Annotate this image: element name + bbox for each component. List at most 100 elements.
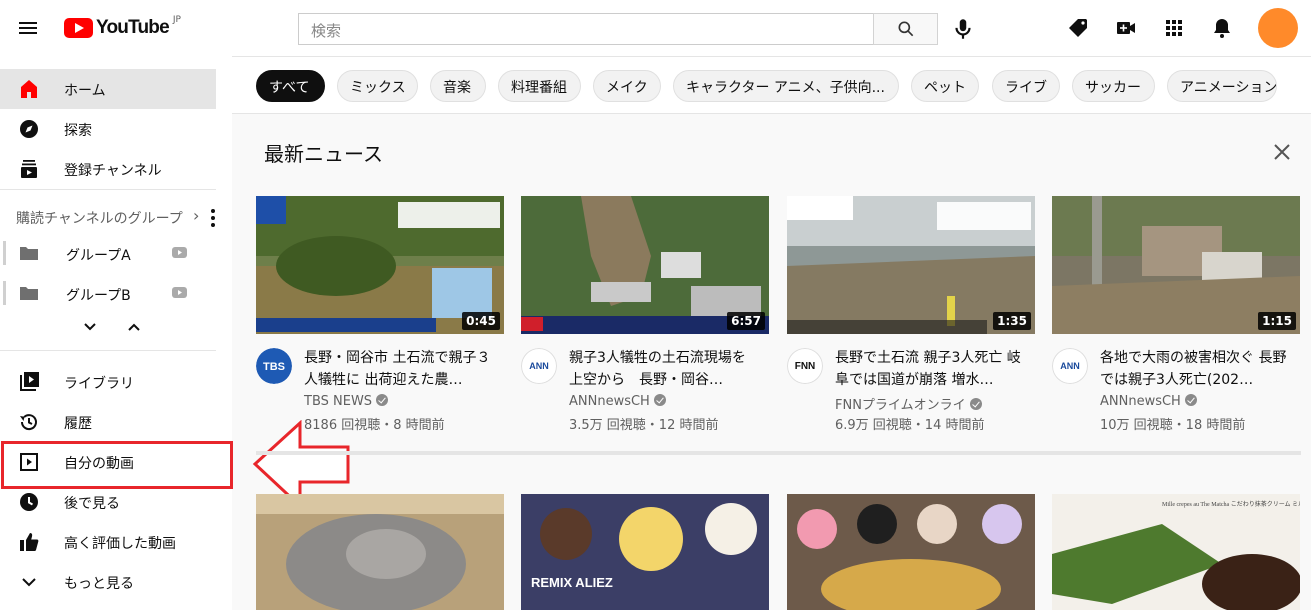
video-channel[interactable]: ANNnewsCH [569,394,666,409]
thumbs-up-icon [20,533,39,551]
video-channel[interactable]: TBS NEWS [304,394,389,409]
channel-avatar-image: ANN [1052,348,1088,384]
chevron-right-icon[interactable]: › [193,206,199,225]
channel-avatar-image: ANN [521,348,557,384]
sidebar-item-home[interactable]: ホーム [0,69,216,109]
sidebar-item-explore[interactable]: 探索 [0,109,216,149]
group-indicator [3,241,6,265]
video-channel[interactable]: ANNnewsCH [1100,394,1197,409]
compass-icon [20,120,38,138]
channel-avatar-image: TBS [256,348,292,384]
microphone-icon[interactable] [950,16,976,42]
video-thumbnail[interactable] [787,494,1035,610]
video-duration: 1:15 [1258,312,1296,330]
video-thumbnail[interactable]: 6:57 [521,196,769,334]
video-thumbnail[interactable]: 1:35 [787,196,1035,334]
thumbnail-caption: REMIX ALIEZ [531,575,613,590]
video-title[interactable]: 各地で大雨の被害相次ぐ 長野では親子3人死亡(202… [1100,347,1290,391]
library-icon [20,372,39,391]
thumbnail-caption: Mille crepes au The Matcha こだわり抹茶クリーム ミル… [1162,500,1300,508]
chip-music[interactable]: 音楽 [430,70,486,102]
sidebar-item-subscriptions[interactable]: 登録チャンネル [0,149,216,189]
chip-pets[interactable]: ペット [911,70,979,102]
video-channel[interactable]: FNNプライムオンライ [835,394,982,413]
chip-character-anime[interactable]: キャラクター アニメ、子供向... [673,70,899,102]
avatar-text: ANN [529,361,549,371]
video-thumbnail[interactable]: Mille crepes au The Matcha こだわり抹茶クリーム ミル… [1052,494,1300,610]
sidebar-group-b[interactable]: グループB [0,273,216,313]
sidebar-item-label: 高く評価した動画 [64,536,176,552]
create-video-icon[interactable] [1114,16,1138,40]
youtube-small-icon [172,247,187,258]
channel-avatar[interactable]: TBS [256,348,292,384]
video-thumbnail[interactable] [256,494,504,610]
video-title[interactable]: 長野・岡谷市 土石流で親子３人犠牲に 出荷迎えた農… [304,347,494,391]
channel-avatar-image: FNN [787,348,823,384]
chip-animation[interactable]: アニメーション [1167,70,1277,102]
video-meta: 8186 回視聴・8 時間前 [304,418,445,433]
channel-name: ANNnewsCH [1100,394,1181,409]
menu-icon[interactable] [16,16,40,40]
video-thumbnail[interactable]: REMIX ALIEZ [521,494,769,610]
thumbnail-image [787,494,1035,610]
history-icon [20,414,37,431]
sidebar: ホーム 探索 登録チャンネル 購読チャンネルのグループ › グループA グループ… [0,56,232,610]
logo-text: YouTube [96,17,170,38]
verified-icon [969,398,982,410]
chevron-up-icon[interactable] [126,319,142,335]
shelf-title: 最新ニュース [264,142,383,166]
more-vert-icon[interactable] [209,208,217,228]
video-thumbnail[interactable]: 0:45 [256,196,504,334]
sidebar-item-library[interactable]: ライブラリ [0,362,216,402]
groups-heading[interactable]: 購読チャンネルのグループ [16,208,183,228]
sidebar-item-liked-videos[interactable]: 高く評価した動画 [0,522,216,562]
shelf-divider [256,451,1301,455]
sidebar-item-history[interactable]: 履歴 [0,402,216,442]
search-icon [898,21,913,37]
avatar-text: TBS [263,361,285,373]
channel-avatar[interactable]: ANN [1052,348,1088,384]
folder-icon [20,287,38,300]
search-input[interactable]: 検索 [298,13,874,45]
chevron-down-icon[interactable] [82,319,98,335]
apps-grid-icon[interactable] [1162,16,1186,40]
verified-icon [376,394,389,406]
channel-avatar[interactable]: ANN [521,348,557,384]
sidebar-group-a[interactable]: グループA [0,233,216,273]
video-duration: 6:57 [727,312,765,330]
chip-cooking[interactable]: 料理番組 [498,70,581,102]
sidebar-item-label: 履歴 [64,416,92,432]
tag-icon[interactable] [1066,16,1090,40]
channel-name: FNNプライムオンライ [835,398,966,413]
watch-later-icon [20,493,38,511]
video-title[interactable]: 長野で土石流 親子3人死亡 岐阜では国道が崩落 増水… [835,347,1025,391]
avatar-text: ANN [1060,361,1080,371]
verified-icon [1184,394,1197,406]
close-icon[interactable] [1272,142,1292,162]
chip-all[interactable]: すべて [256,70,325,102]
sidebar-item-label: 探索 [64,123,92,139]
sidebar-divider [0,189,216,190]
sidebar-item-label: 後で見る [64,496,120,512]
search-button[interactable] [873,13,938,45]
chip-mix[interactable]: ミックス [337,70,418,102]
filter-chips-bar: すべて ミックス 音楽 料理番組 メイク キャラクター アニメ、子供向... ペ… [232,56,1311,114]
video-duration: 0:45 [462,312,500,330]
bell-icon[interactable] [1210,16,1234,40]
annotation-highlight-box [1,441,233,489]
home-icon [21,80,37,98]
youtube-logo[interactable]: YouTube JP [64,15,181,39]
channel-name: TBS NEWS [304,394,373,409]
chip-live[interactable]: ライブ [992,70,1060,102]
sidebar-item-show-more[interactable]: もっと見る [0,562,216,602]
video-thumbnail[interactable]: 1:15 [1052,196,1300,334]
account-avatar[interactable] [1258,8,1298,48]
group-label: グループA [66,248,131,264]
channel-avatar[interactable]: FNN [787,348,823,384]
top-bar: YouTube JP 検索 [0,0,1311,56]
chip-soccer[interactable]: サッカー [1072,70,1155,102]
video-title[interactable]: 親子3人犠牲の土石流現場を上空から 長野・岡谷… [569,347,759,391]
sidebar-item-label: ホーム [64,83,106,99]
video-meta: 3.5万 回視聴・12 時間前 [569,418,719,433]
chip-makeup[interactable]: メイク [593,70,661,102]
